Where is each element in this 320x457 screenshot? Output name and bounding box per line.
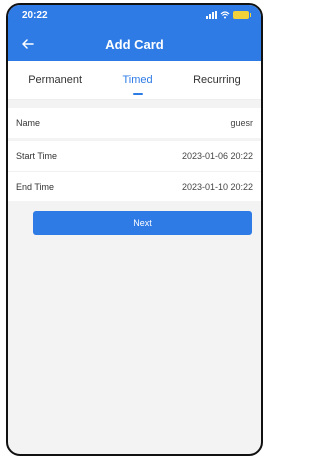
name-label: Name [16, 118, 41, 128]
next-button[interactable]: Next [33, 211, 252, 235]
end-time-label: End Time [16, 181, 55, 192]
name-row[interactable]: Name guesr [8, 108, 261, 138]
name-value[interactable]: guesr [230, 118, 253, 128]
status-icons [206, 11, 251, 19]
tab-timed[interactable]: Timed [118, 74, 156, 86]
signal-icon [206, 11, 217, 19]
page-title: Add Card [105, 37, 164, 52]
battery-icon [233, 11, 251, 19]
tab-recurring[interactable]: Recurring [189, 74, 245, 86]
tab-permanent[interactable]: Permanent [24, 74, 86, 86]
end-time-value[interactable]: 2023-01-10 20:22 [182, 182, 253, 192]
status-bar: 20:22 [22, 8, 251, 22]
start-time-row[interactable]: Start Time 2023-01-06 20:22 [8, 141, 261, 171]
phone-frame: 20:22 Add Card Permanent Timed Recurring [6, 3, 263, 456]
status-time: 20:22 [22, 9, 48, 21]
tab-bar: Permanent Timed Recurring [8, 61, 261, 100]
start-time-value[interactable]: 2023-01-06 20:22 [182, 151, 253, 161]
wifi-icon [220, 11, 230, 19]
end-time-row[interactable]: End Time 2023-01-10 20:22 [8, 171, 261, 201]
top-bar: 20:22 Add Card [8, 5, 261, 61]
start-time-label: Start Time [16, 151, 58, 161]
